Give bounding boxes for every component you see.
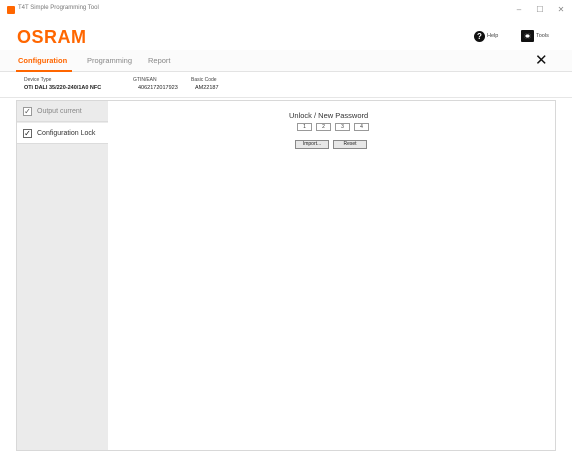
checkbox-output-current[interactable]: ✓ xyxy=(23,106,32,116)
osram-logo: OSRAM xyxy=(17,27,87,47)
password-digit-1[interactable]: 1 xyxy=(297,123,312,131)
gtin: GTIN/EAN 4062172017923 xyxy=(133,77,178,91)
sidebar-item-label: Output current xyxy=(37,107,82,115)
close-icon[interactable]: ✕ xyxy=(535,53,548,69)
device-type-label: Device Type xyxy=(24,77,52,83)
maximize-icon[interactable]: ☐ xyxy=(532,3,548,17)
tab-configuration[interactable]: Configuration xyxy=(18,56,67,65)
gtin-label: GTIN/EAN xyxy=(133,77,157,83)
window-titlebar: T4T Simple Programming Tool – ☐ ✕ xyxy=(0,0,572,20)
window-close-icon[interactable]: ✕ xyxy=(553,3,569,17)
unlock-title: Unlock / New Password xyxy=(289,111,369,120)
gear-icon xyxy=(521,30,534,42)
device-info-bar: Device Type OTi DALI 35/220-240/1A0 NFC … xyxy=(0,73,572,98)
help-icon: ? xyxy=(474,30,485,42)
checkbox-configuration-lock[interactable]: ✓ xyxy=(23,128,32,138)
password-digit-4[interactable]: 4 xyxy=(354,123,369,131)
sidebar-item-configuration-lock[interactable]: ✓ Configuration Lock xyxy=(17,123,108,144)
app-icon xyxy=(7,6,15,14)
tools-button[interactable]: Tools xyxy=(521,29,549,43)
help-label: Help xyxy=(487,33,499,39)
basic-code-label: Basic Code xyxy=(191,77,217,83)
device-type: Device Type OTi DALI 35/220-240/1A0 NFC xyxy=(24,77,101,91)
password-digit-3[interactable]: 3 xyxy=(335,123,350,131)
tab-programming[interactable]: Programming xyxy=(87,56,132,65)
tab-bar: Configuration Programming Report ✕ xyxy=(0,50,572,72)
tools-label: Tools xyxy=(536,33,549,39)
basic-code: Basic Code AM22187 xyxy=(191,77,219,91)
sidebar-item-output-current[interactable]: ✓ Output current xyxy=(17,101,108,122)
gtin-value: 4062172017923 xyxy=(138,85,178,91)
password-digit-2[interactable]: 2 xyxy=(316,123,331,131)
minimize-icon[interactable]: – xyxy=(511,3,527,17)
sidebar: ✓ Output current ✓ Configuration Lock xyxy=(17,101,108,450)
device-type-value: OTi DALI 35/220-240/1A0 NFC xyxy=(24,85,102,91)
basic-code-value: AM22187 xyxy=(195,85,219,91)
active-tab-indicator xyxy=(16,70,72,72)
app-header: OSRAM ? Help Tools xyxy=(0,20,572,50)
help-button[interactable]: ? Help xyxy=(474,29,498,43)
sidebar-item-label: Configuration Lock xyxy=(37,129,96,137)
import-button[interactable]: Import... xyxy=(295,140,329,149)
main-panel: ✓ Output current ✓ Configuration Lock xyxy=(16,100,556,451)
reset-button[interactable]: Reset xyxy=(333,140,367,149)
tab-report[interactable]: Report xyxy=(148,56,171,65)
window-title: T4T Simple Programming Tool xyxy=(18,5,99,11)
